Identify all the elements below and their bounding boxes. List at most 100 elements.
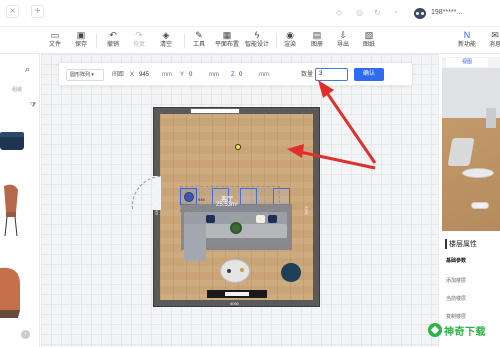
floor-plan-label: 平面布置 <box>214 42 239 48</box>
undo-button[interactable]: ↶ 撤销 <box>104 30 122 54</box>
current-floor-item[interactable]: 当前楼层 <box>446 295 466 302</box>
array-item[interactable] <box>240 188 257 205</box>
new-feature-button[interactable]: N 新功能 <box>456 30 478 54</box>
x-input[interactable]: 945 <box>139 71 149 79</box>
info-icon[interactable]: i <box>21 330 30 339</box>
clear-label: 清空 <box>159 42 172 48</box>
album-button[interactable]: ▤ 图册 <box>308 30 326 54</box>
coffee-table[interactable] <box>220 259 250 283</box>
door-swing <box>132 176 162 210</box>
dimension-selected: 945 <box>198 197 205 202</box>
basic-params-heading: 基础参数 <box>446 258 467 264</box>
copy-floor-item[interactable]: 复制楼层 <box>446 313 466 320</box>
object-marker <box>184 192 194 202</box>
search-icon[interactable]: ⌕ <box>25 64 30 75</box>
pillow <box>206 215 215 223</box>
array-item-selected[interactable] <box>180 188 197 205</box>
username[interactable]: 198*****... <box>431 9 462 16</box>
properties-panel: 视图 楼层属性 基础参数 添加楼层 当前楼层 复制楼层 <box>438 54 500 347</box>
drawing-label: 图纸 <box>362 42 375 48</box>
file-icon: ▭ <box>50 30 60 40</box>
x-unit: mm <box>162 72 172 78</box>
redo-button[interactable]: ↷ 恢复 <box>130 30 148 54</box>
toolbar-divider <box>184 34 185 48</box>
tab-view[interactable]: 视图 <box>446 58 488 67</box>
window-top-bar: × + ◇ ◎ ↻ ◔ 198*****... <box>0 0 500 27</box>
smart-design-button[interactable]: ϟ 智能设计 <box>243 30 271 54</box>
dimension-top: 4060 <box>230 108 239 113</box>
sofa-chaise[interactable] <box>184 224 206 261</box>
dimension-handle[interactable] <box>235 144 241 150</box>
save-label: 保存 <box>74 42 87 48</box>
dimension-right: 5360 <box>303 206 309 215</box>
smart-design-label: 智能设计 <box>244 42 269 48</box>
table-decor <box>227 269 231 273</box>
message-label: 消息 <box>488 42 500 48</box>
confirm-button[interactable]: 确认 <box>354 68 384 81</box>
tools-button[interactable]: ✎ 工具 <box>190 30 208 54</box>
tab-add-button[interactable]: + <box>31 5 44 18</box>
3d-preview[interactable] <box>442 68 500 231</box>
model-library-panel: ⌕ 组装 ⧩ i <box>0 54 40 347</box>
plant[interactable] <box>230 222 242 234</box>
room-area-label: 25.53m² <box>216 202 239 208</box>
tab-close-button[interactable]: × <box>6 5 19 18</box>
z-input[interactable]: 0 <box>239 71 242 79</box>
lounge-chair-thumbnail[interactable] <box>0 264 22 320</box>
undo-label: 撤销 <box>106 42 119 48</box>
spacing-label: 间距 <box>112 72 125 78</box>
file-button[interactable]: ▭ 文件 <box>46 30 64 54</box>
render-button[interactable]: ◉ 渲染 <box>281 30 299 54</box>
y-label: Y <box>180 72 185 78</box>
export-button[interactable]: ⇩ 导出 <box>334 30 352 54</box>
preview-toggle[interactable] <box>471 202 489 209</box>
filter-icon[interactable]: ⧩ <box>30 102 36 110</box>
array-item[interactable] <box>273 188 290 205</box>
refresh-icon[interactable]: ↻ <box>374 9 381 17</box>
clear-button[interactable]: ◈ 清空 <box>156 30 176 54</box>
bell-icon[interactable]: ◔ <box>393 9 398 17</box>
message-button[interactable]: ✉ 消息 <box>484 30 500 54</box>
lightning-icon: ϟ <box>254 30 260 40</box>
array-property-bar: 圆形阵列 ▾ 间距 X 945 mm Y 0 mm Z 0 mm 数量 3 确认 <box>58 62 413 86</box>
tv-cabinet[interactable] <box>207 290 267 298</box>
quantity-input[interactable]: 3 <box>315 68 348 81</box>
y-unit: mm <box>209 72 219 78</box>
album-label: 图册 <box>310 42 323 48</box>
main-toolbar: ▭ 文件 ▣ 保存 ↶ 撤销 ↷ 恢复 ◈ 清空 ✎ 工具 ▦ 平面布置 ϟ 智… <box>0 27 500 54</box>
message-icon: ✉ <box>491 30 499 40</box>
room-floorplan[interactable]: 客厅 25.53m² 4060 4060 5360 5360 945 <box>132 107 320 307</box>
wrench-icon: ✎ <box>195 30 203 40</box>
avatar[interactable] <box>414 8 426 19</box>
chair-thumbnail[interactable] <box>0 182 24 238</box>
category-dropdown[interactable]: 组装 <box>12 86 22 93</box>
preview-shelf <box>486 108 496 128</box>
render-label: 渲染 <box>283 42 296 48</box>
logo-text: 神奇下载 <box>444 327 486 338</box>
drawing-icon: ▧ <box>364 30 374 40</box>
new-feature-label: 新功能 <box>457 42 476 48</box>
site-logo: 神奇下载 <box>425 322 500 342</box>
pouf[interactable] <box>281 263 301 282</box>
new-feature-icon: N <box>463 30 471 40</box>
ottoman-thumbnail[interactable] <box>0 128 28 156</box>
pillow <box>256 215 265 223</box>
help-icon[interactable]: ◎ <box>356 9 363 17</box>
room-floor[interactable]: 客厅 25.53m² <box>160 114 313 300</box>
add-floor-item[interactable]: 添加楼层 <box>446 277 466 284</box>
table-decor <box>240 268 244 272</box>
design-canvas[interactable]: 圆形阵列 ▾ 间距 X 945 mm Y 0 mm Z 0 mm 数量 3 确认 <box>41 54 438 347</box>
quantity-label: 数量 <box>301 72 314 78</box>
gift-icon[interactable]: ◇ <box>336 9 342 17</box>
save-button[interactable]: ▣ 保存 <box>72 30 90 54</box>
floor-plan-button[interactable]: ▦ 平面布置 <box>213 30 241 54</box>
drawing-button[interactable]: ▧ 图纸 <box>360 30 378 54</box>
tools-label: 工具 <box>192 42 205 48</box>
export-label: 导出 <box>336 42 349 48</box>
y-input[interactable]: 0 <box>189 71 192 79</box>
redo-label: 恢复 <box>132 42 145 48</box>
x-label: X <box>130 72 135 78</box>
floorplan-icon: ▦ <box>222 30 232 40</box>
toolbar-divider <box>276 34 277 48</box>
array-type-select[interactable]: 圆形阵列 ▾ <box>66 69 104 81</box>
